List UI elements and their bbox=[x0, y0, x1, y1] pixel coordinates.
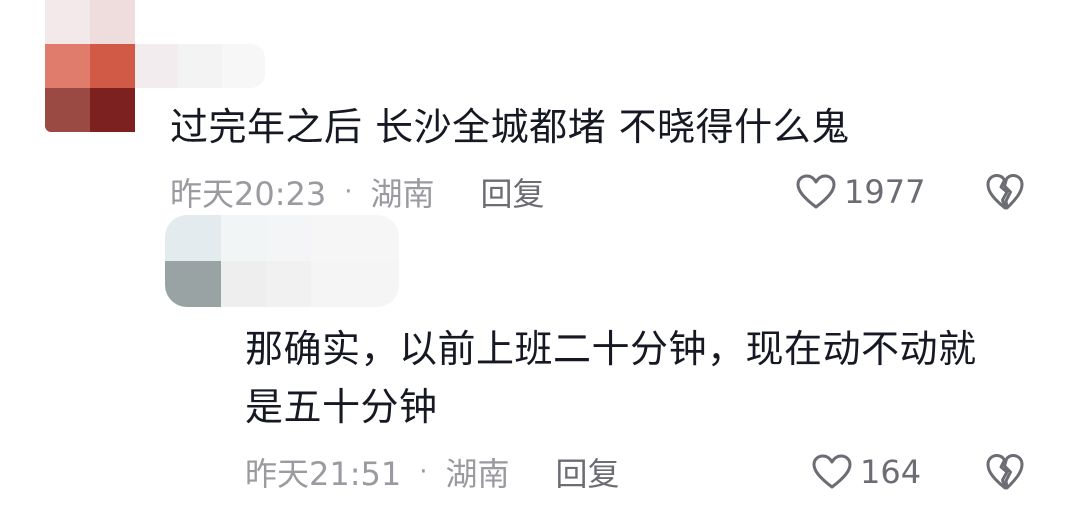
broken-heart-icon[interactable] bbox=[985, 172, 1025, 212]
avatar[interactable] bbox=[45, 0, 135, 132]
comment-text-line: 那确实，以前上班二十分钟，现在动不动就 bbox=[245, 327, 977, 371]
heart-outline-icon bbox=[812, 454, 852, 489]
comment-location: 湖南 bbox=[370, 175, 435, 213]
username[interactable] bbox=[221, 215, 399, 307]
comment-text: 那确实，以前上班二十分钟，现在动不动就 是五十分钟 bbox=[245, 320, 977, 436]
like-button[interactable]: 1977 bbox=[796, 168, 925, 216]
comment-time: 昨天20:23 bbox=[170, 175, 327, 213]
reply-button[interactable]: 回复 bbox=[556, 449, 620, 495]
avatar[interactable] bbox=[165, 215, 221, 307]
comment-meta: 昨天21:51 · 湖南 回复 bbox=[245, 448, 620, 496]
username[interactable] bbox=[135, 44, 265, 88]
meta-separator: · bbox=[344, 177, 353, 207]
meta-separator: · bbox=[419, 457, 428, 487]
comment-location: 湖南 bbox=[445, 455, 510, 493]
heart-outline-icon bbox=[796, 174, 836, 209]
reply-button[interactable]: 回复 bbox=[481, 169, 545, 215]
comment-time: 昨天21:51 bbox=[245, 455, 402, 493]
broken-heart-icon[interactable] bbox=[985, 452, 1025, 492]
comment-text-line: 是五十分钟 bbox=[245, 385, 438, 429]
like-count: 1977 bbox=[844, 173, 926, 211]
comment-meta: 昨天20:23 · 湖南 回复 bbox=[170, 168, 545, 216]
like-count: 164 bbox=[860, 453, 922, 491]
like-button[interactable]: 164 bbox=[812, 448, 921, 496]
comment-text: 过完年之后 长沙全城都堵 不晓得什么鬼 bbox=[170, 105, 850, 149]
